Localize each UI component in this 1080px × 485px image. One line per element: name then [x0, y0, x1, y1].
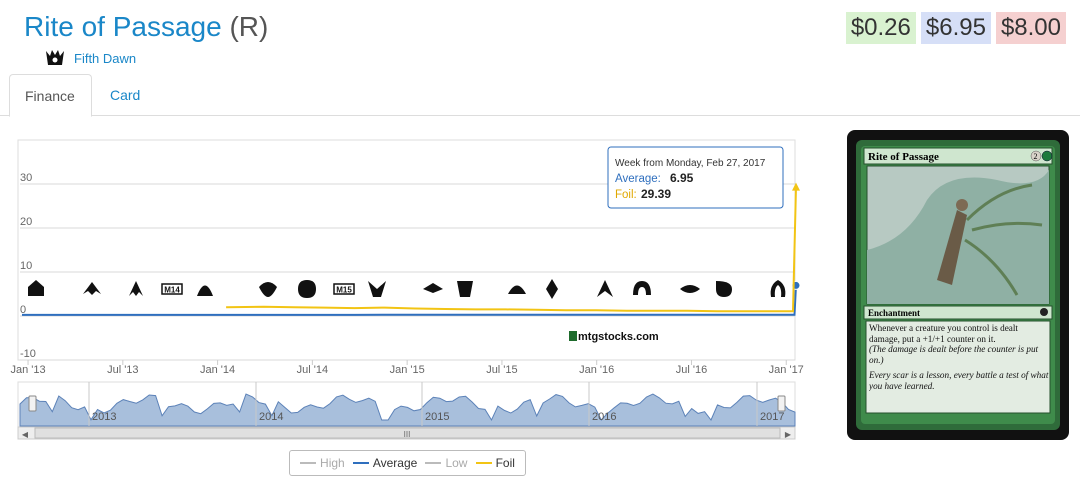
price-chart[interactable]: -100102030 Jan '13 Jul '13 Jan '14 Jul '14 J… [0, 120, 810, 450]
navigator-year-label: 2017 [760, 411, 784, 423]
legend-swatch [352, 462, 369, 464]
y-tick-label: 10 [20, 260, 32, 272]
card-artwork: Rite of Passage 2 Enchantment Whenever a… [856, 140, 1060, 430]
x-tick-label: Jul '14 [297, 364, 328, 376]
x-tick-label: Jan '13 [10, 364, 45, 376]
x-tick-label: Jan '14 [200, 364, 235, 376]
page: Rite of Passage (R) Fifth Dawn $0.26 $6.9… [0, 0, 1080, 485]
navigator[interactable]: 2013 2014 2015 2016 2017 III ◀ ▶ [17, 381, 796, 440]
card-image: Rite of Passage 2 Enchantment Whenever a… [847, 130, 1069, 440]
price-badge-2: $8.00 [995, 12, 1066, 44]
m15-set-icon [298, 280, 316, 298]
y-tick-label: 20 [20, 216, 32, 228]
card-name: Rite of Passage [24, 11, 222, 42]
card-rarity: (R) [229, 11, 269, 42]
tooltip-average-value: 6.95 [670, 171, 694, 185]
card-flavor-text: Every scar is a lesson, every battle a t… [869, 370, 1049, 391]
price-badge-0: $0.26 [845, 12, 916, 44]
card-reminder-text: (The damage is dealt before the counter … [869, 344, 1039, 365]
legend-swatch [475, 462, 492, 464]
price-badges: $0.26 $6.95 $8.00 [845, 12, 1066, 44]
x-axis-ticks: Jan '13 Jul '13 Jan '14 Jul '14 Jan '15 Jul '… [10, 360, 804, 376]
navigator-year-label: 2013 [92, 411, 116, 423]
card-type-line: Enchantment [868, 308, 920, 318]
navigator-right-handle[interactable] [777, 395, 786, 412]
tab-card[interactable]: Card [95, 74, 155, 116]
legend-item-foil[interactable]: Foil [475, 456, 515, 470]
navigator-scroll-right-arrow[interactable]: ▶ [785, 430, 792, 439]
navigator-scroll-left-arrow[interactable]: ◀ [22, 430, 29, 439]
card-text-box: Whenever a creature you control is dealt… [869, 323, 1049, 391]
watermark-text: mtgstocks.com [578, 331, 659, 343]
legend-label: High [320, 456, 345, 470]
legend-item-average[interactable]: Average [352, 456, 418, 470]
navigator-year-label: 2014 [259, 411, 283, 423]
fifth-dawn-set-icon [46, 50, 64, 65]
navigator-left-handle[interactable] [28, 395, 37, 412]
tooltip-foil-label: Foil: [615, 189, 637, 201]
chart-tooltip: Week from Monday, Feb 27, 2017 Average: … [607, 146, 784, 209]
tooltip-foil-value: 29.39 [641, 187, 671, 201]
legend-swatch [300, 462, 317, 464]
x-tick-label: Jul '16 [676, 364, 707, 376]
tab-bar: Finance Card [0, 74, 1080, 117]
x-tick-label: Jul '13 [107, 364, 138, 376]
navigator-year-label: 2015 [425, 411, 449, 423]
page-title: Rite of Passage (R) [24, 10, 268, 44]
tooltip-average-label: Average: [615, 173, 661, 185]
theros-set-icon: M14 [161, 283, 183, 295]
navigator-year-label: 2016 [592, 411, 616, 423]
svg-text:M14: M14 [164, 286, 180, 295]
legend-item-high[interactable]: High [300, 456, 345, 470]
chart-legend: High Average Low Foil [289, 450, 526, 476]
set-row: Fifth Dawn [44, 47, 136, 69]
legend-item-low[interactable]: Low [425, 456, 467, 470]
navigator-scroll-grip: III [404, 430, 411, 439]
card-mana-generic: 2 [1034, 152, 1038, 161]
legend-label: Average [372, 456, 418, 470]
y-tick-label: 30 [20, 172, 32, 184]
price-badge-1: $6.95 [920, 12, 991, 44]
x-tick-label: Jul '15 [486, 364, 517, 376]
watermark-logo-icon [569, 331, 577, 341]
legend-label: Low [445, 456, 468, 470]
card-title-text: Rite of Passage [868, 151, 939, 163]
x-tick-label: Jan '17 [769, 364, 804, 376]
y-tick-label: -10 [20, 348, 36, 360]
card-rules-text: Whenever a creature you control is dealt… [869, 323, 1018, 344]
set-name-link[interactable]: Fifth Dawn [74, 51, 136, 66]
khans-set-icon: M15 [333, 283, 355, 295]
tooltip-heading: Week from Monday, Feb 27, 2017 [615, 158, 766, 169]
x-tick-label: Jan '15 [390, 364, 425, 376]
green-mana-icon [1041, 150, 1053, 162]
svg-text:M15: M15 [336, 286, 352, 295]
watermark: mtgstocks.com [569, 331, 659, 343]
legend-label: Foil [495, 456, 515, 470]
tab-finance[interactable]: Finance [9, 74, 92, 117]
x-tick-label: Jan '16 [579, 364, 614, 376]
legend-swatch [425, 462, 442, 464]
